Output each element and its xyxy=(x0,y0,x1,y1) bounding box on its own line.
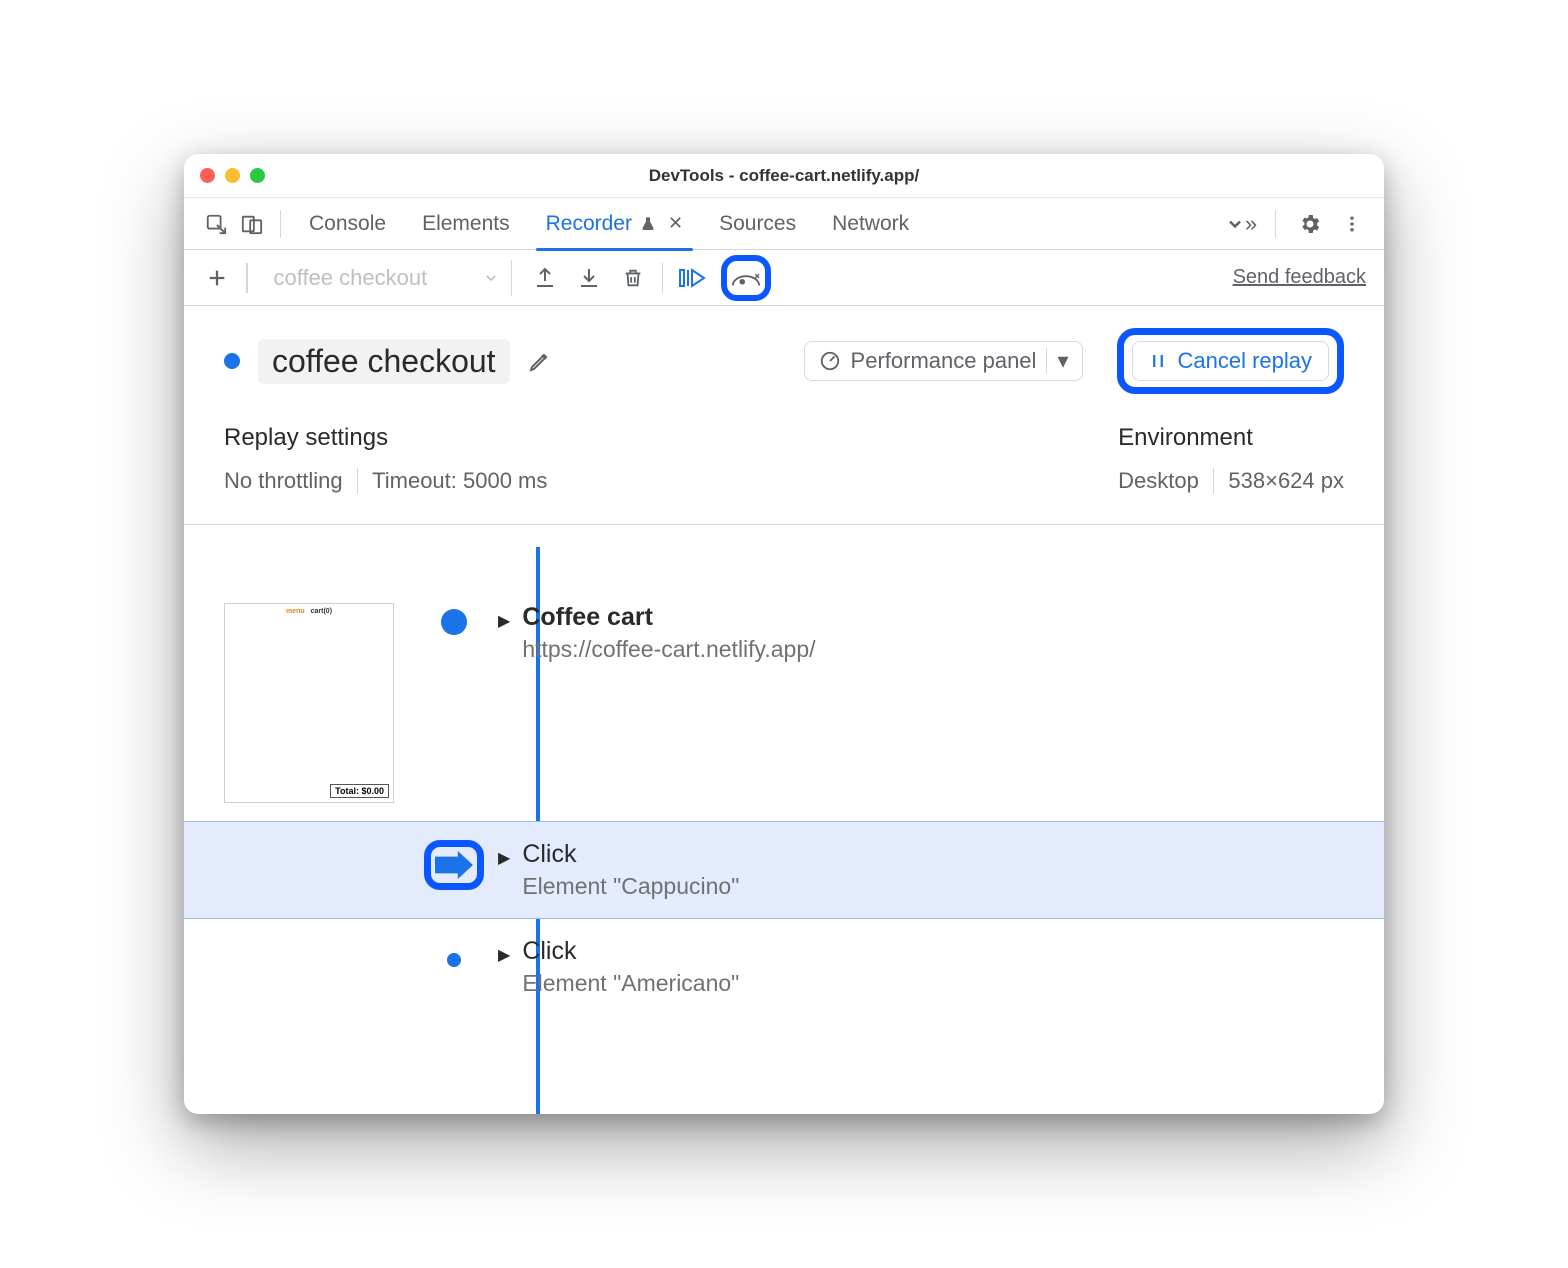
tab-elements[interactable]: Elements xyxy=(404,198,528,250)
titlebar: DevTools - coffee-cart.netlify.app/ xyxy=(184,154,1384,198)
environment-settings: Environment Desktop 538×624 px xyxy=(1118,424,1344,494)
close-window-button[interactable] xyxy=(200,168,215,183)
throttling-value[interactable]: No throttling xyxy=(224,468,343,494)
step-subtitle: Element "Cappucino" xyxy=(522,873,739,900)
gear-icon[interactable] xyxy=(1292,206,1328,242)
recording-indicator-icon xyxy=(224,353,240,369)
environment-heading: Environment xyxy=(1118,424,1344,452)
recording-dropdown-label: coffee checkout xyxy=(274,265,428,291)
performance-panel-select[interactable]: Performance panel ▾ xyxy=(804,341,1084,381)
tab-label: Network xyxy=(832,212,909,236)
step-title: Coffee cart xyxy=(522,603,815,632)
tab-recorder[interactable]: Recorder ✕ xyxy=(528,198,701,250)
expand-step-icon[interactable]: ▶ xyxy=(498,945,510,965)
devtools-window: DevTools - coffee-cart.netlify.app/ Cons… xyxy=(184,154,1384,1114)
pause-icon xyxy=(1149,352,1167,370)
cancel-replay-button[interactable]: Cancel replay xyxy=(1132,341,1329,381)
timeline-node-icon xyxy=(441,609,467,635)
step-title: Click xyxy=(522,840,739,869)
tab-sources[interactable]: Sources xyxy=(701,198,814,250)
tab-label: Recorder xyxy=(546,212,632,236)
replay-settings: Replay settings No throttling Timeout: 5… xyxy=(224,424,547,494)
delete-icon[interactable] xyxy=(618,263,648,293)
recording-dropdown[interactable]: coffee checkout xyxy=(262,260,512,296)
step-subtitle: https://coffee-cart.netlify.app/ xyxy=(522,636,815,663)
divider xyxy=(1213,468,1215,494)
device-value[interactable]: Desktop xyxy=(1118,468,1199,494)
slow-replay-highlight xyxy=(721,255,771,301)
step-replay-icon[interactable] xyxy=(677,263,707,293)
divider xyxy=(662,263,664,293)
tabbar: Console Elements Recorder ✕ Sources Netw… xyxy=(184,198,1384,250)
close-tab-icon[interactable]: ✕ xyxy=(668,213,683,234)
cancel-replay-label: Cancel replay xyxy=(1177,348,1312,374)
recorder-toolbar: coffee checkout Send feedback xyxy=(184,250,1384,306)
recording-header: coffee checkout Performance panel ▾ Canc… xyxy=(184,306,1384,416)
divider xyxy=(357,468,359,494)
new-recording-icon[interactable] xyxy=(202,263,232,293)
inspect-icon[interactable] xyxy=(198,206,234,242)
step-title: Click xyxy=(522,937,739,966)
gauge-icon xyxy=(819,350,841,372)
thumb-total: Total: $0.00 xyxy=(330,784,389,798)
step-row-current[interactable]: ▶ Click Element "Cappucino" xyxy=(184,821,1384,919)
edit-title-icon[interactable] xyxy=(528,349,552,373)
step-thumbnail: menucart(0) Total: $0.00 xyxy=(224,603,394,803)
replay-settings-heading: Replay settings xyxy=(224,424,547,452)
recording-title: coffee checkout xyxy=(258,339,510,384)
step-row[interactable]: ▶ Click Element "Americano" xyxy=(184,919,1384,1015)
divider xyxy=(1275,210,1276,238)
tab-label: Elements xyxy=(422,212,510,236)
import-icon[interactable] xyxy=(574,263,604,293)
export-icon[interactable] xyxy=(530,263,560,293)
cancel-replay-highlight: Cancel replay xyxy=(1117,328,1344,394)
chevron-down-icon: ▾ xyxy=(1046,348,1068,374)
slow-replay-icon[interactable] xyxy=(731,263,761,293)
more-tabs-icon[interactable]: » xyxy=(1223,206,1259,242)
expand-step-icon[interactable]: ▶ xyxy=(498,848,510,868)
performance-panel-label: Performance panel xyxy=(851,348,1037,374)
dimensions-value[interactable]: 538×624 px xyxy=(1228,468,1344,494)
timeline-node-icon xyxy=(447,953,461,967)
send-feedback-link[interactable]: Send feedback xyxy=(1233,266,1366,289)
tab-network[interactable]: Network xyxy=(814,198,927,250)
settings-row: Replay settings No throttling Timeout: 5… xyxy=(184,416,1384,525)
tab-label: Console xyxy=(309,212,386,236)
maximize-window-button[interactable] xyxy=(250,168,265,183)
tab-console[interactable]: Console xyxy=(291,198,404,250)
traffic-lights xyxy=(200,168,265,183)
kebab-menu-icon[interactable] xyxy=(1334,206,1370,242)
step-row[interactable]: menucart(0) Total: $0.00 ▶ Coffee cart h… xyxy=(184,585,1384,821)
chevron-down-icon xyxy=(483,270,499,286)
divider xyxy=(246,263,248,293)
step-subtitle: Element "Americano" xyxy=(522,970,739,997)
steps-area: menucart(0) Total: $0.00 ▶ Coffee cart h… xyxy=(184,525,1384,1114)
expand-step-icon[interactable]: ▶ xyxy=(498,611,510,631)
minimize-window-button[interactable] xyxy=(225,168,240,183)
current-step-arrow-icon xyxy=(435,851,473,879)
timeout-value[interactable]: Timeout: 5000 ms xyxy=(372,468,547,494)
current-step-highlight xyxy=(424,840,484,890)
divider xyxy=(280,210,281,238)
tab-label: Sources xyxy=(719,212,796,236)
flask-icon xyxy=(640,216,656,232)
window-title: DevTools - coffee-cart.netlify.app/ xyxy=(184,166,1384,186)
device-toggle-icon[interactable] xyxy=(234,206,270,242)
